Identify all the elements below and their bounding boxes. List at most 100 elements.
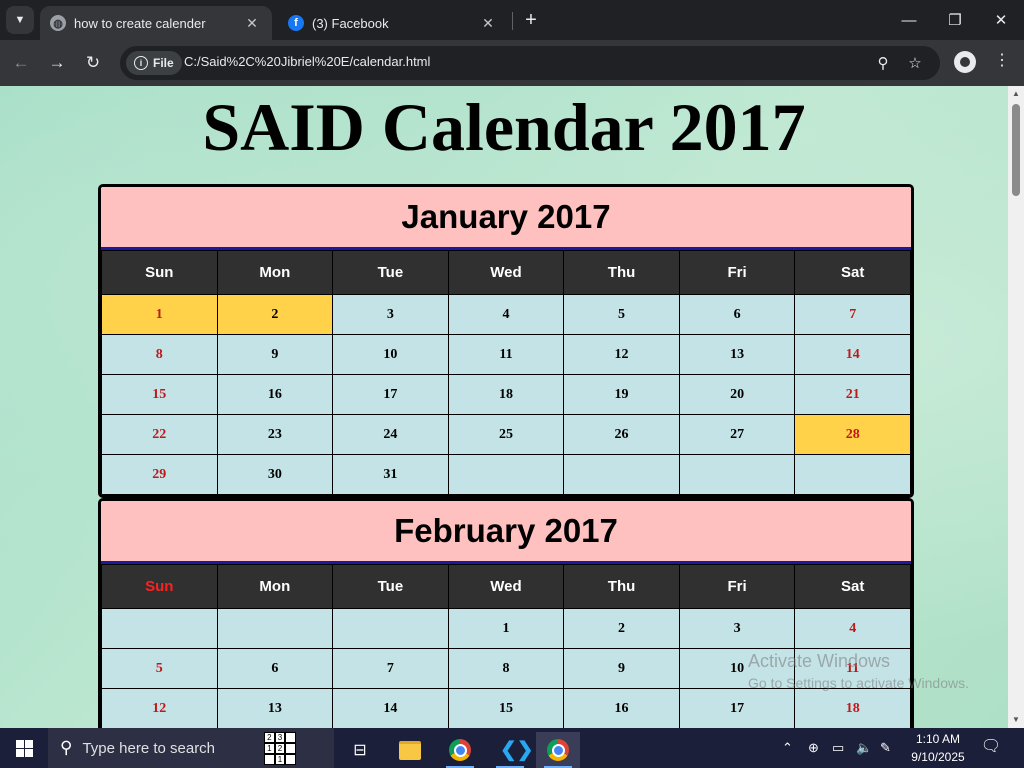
day-cell[interactable]: 27 bbox=[678, 414, 796, 455]
day-cell[interactable] bbox=[563, 454, 680, 495]
site-info-chip[interactable]: i File bbox=[126, 51, 182, 75]
day-cell[interactable]: 2 bbox=[563, 608, 680, 649]
scroll-down-arrow-icon[interactable]: ▼ bbox=[1008, 712, 1024, 728]
day-cell[interactable] bbox=[447, 454, 565, 495]
day-cell[interactable]: 14 bbox=[794, 334, 911, 375]
vscode-icon[interactable]: ❮❯ bbox=[488, 732, 534, 768]
day-cell[interactable]: 17 bbox=[678, 688, 796, 728]
day-cell[interactable]: 22 bbox=[101, 414, 218, 455]
day-cell[interactable]: 10 bbox=[332, 334, 449, 375]
weekday-header-row: Sun Mon Tue Wed Thu Fri Sat bbox=[101, 250, 911, 295]
profile-icon[interactable] bbox=[954, 51, 976, 73]
day-cell[interactable]: 24 bbox=[332, 414, 449, 455]
watermark-line2: Go to Settings to activate Windows. bbox=[748, 675, 969, 691]
day-cell[interactable] bbox=[678, 454, 796, 495]
scroll-thumb[interactable] bbox=[1012, 104, 1020, 196]
day-cell[interactable]: 29 bbox=[101, 454, 218, 495]
new-tab-button[interactable]: + bbox=[520, 8, 542, 32]
day-cell[interactable]: 4 bbox=[794, 608, 911, 649]
day-cell[interactable]: 13 bbox=[678, 334, 796, 375]
page-viewport: SAID Calendar 2017 January 2017 Sun Mon Tu… bbox=[0, 86, 1008, 728]
network-icon[interactable]: ▭ bbox=[832, 728, 844, 768]
pen-icon[interactable]: ✎ bbox=[880, 728, 891, 768]
day-cell[interactable] bbox=[794, 454, 911, 495]
day-cell[interactable]: 19 bbox=[563, 374, 680, 415]
day-cell[interactable]: 15 bbox=[101, 374, 218, 415]
day-cell[interactable]: 1 bbox=[447, 608, 565, 649]
day-cell[interactable]: 9 bbox=[563, 648, 680, 689]
day-cell[interactable]: 31 bbox=[332, 454, 449, 495]
windows-logo-icon bbox=[15, 739, 33, 757]
day-cell[interactable]: 8 bbox=[101, 334, 218, 375]
day-cell[interactable]: 20 bbox=[678, 374, 796, 415]
day-cell[interactable]: 7 bbox=[794, 294, 911, 335]
bookmark-star-icon[interactable]: ☆ bbox=[904, 52, 926, 74]
day-cell[interactable]: 5 bbox=[101, 648, 218, 689]
day-cell[interactable]: 25 bbox=[447, 414, 565, 455]
start-button[interactable] bbox=[0, 728, 48, 768]
minimize-button[interactable]: — bbox=[886, 0, 932, 40]
day-cell[interactable]: 1 bbox=[101, 294, 218, 335]
day-cell[interactable]: 6 bbox=[678, 294, 796, 335]
scroll-up-arrow-icon[interactable]: ▲ bbox=[1008, 86, 1024, 102]
day-cell[interactable]: 2 bbox=[216, 294, 334, 335]
tab-search-button[interactable]: ▼ bbox=[6, 6, 34, 34]
day-cell[interactable] bbox=[332, 608, 449, 649]
day-cell[interactable]: 3 bbox=[678, 608, 796, 649]
close-icon[interactable]: ✕ bbox=[478, 15, 498, 32]
volume-icon[interactable]: 🔈 bbox=[856, 728, 872, 768]
day-cell[interactable] bbox=[216, 608, 334, 649]
day-cell[interactable]: 30 bbox=[216, 454, 334, 495]
week-row: 29 30 31 bbox=[101, 454, 911, 495]
address-bar[interactable]: i File C:/Said%2C%20Jibriel%20E/calendar… bbox=[120, 46, 940, 80]
clock[interactable]: 1:10 AM 9/10/2025 bbox=[904, 730, 972, 766]
forward-button[interactable]: → bbox=[44, 50, 70, 76]
day-cell[interactable]: 6 bbox=[216, 648, 334, 689]
zoom-icon[interactable]: ⚲ bbox=[872, 52, 894, 74]
meet-now-icon[interactable]: ⊕ bbox=[808, 728, 819, 768]
day-cell[interactable]: 17 bbox=[332, 374, 449, 415]
weekday-header: Sat bbox=[794, 564, 911, 609]
reload-button[interactable]: ↻ bbox=[80, 50, 106, 76]
tray-chevron-icon[interactable]: ⌃ bbox=[782, 728, 793, 768]
day-cell[interactable]: 21 bbox=[794, 374, 911, 415]
close-icon[interactable]: ✕ bbox=[242, 15, 262, 32]
day-cell[interactable]: 12 bbox=[101, 688, 218, 728]
day-cell[interactable]: 7 bbox=[332, 648, 449, 689]
month-title: January 2017 bbox=[101, 187, 911, 250]
close-window-button[interactable]: ✕ bbox=[978, 0, 1024, 40]
restore-button[interactable]: ❐ bbox=[932, 0, 978, 40]
day-cell[interactable]: 14 bbox=[332, 688, 449, 728]
tab-active[interactable]: ◍ how to create calender ✕ bbox=[40, 6, 272, 40]
day-cell[interactable]: 26 bbox=[563, 414, 680, 455]
day-cell[interactable]: 18 bbox=[447, 374, 565, 415]
chrome-icon[interactable] bbox=[536, 732, 580, 768]
notification-icon[interactable]: 🗨 bbox=[980, 736, 1002, 758]
vertical-scrollbar[interactable]: ▲ ▼ bbox=[1008, 86, 1024, 728]
day-cell[interactable]: 16 bbox=[216, 374, 334, 415]
day-cell[interactable] bbox=[101, 608, 218, 649]
day-cell[interactable]: 11 bbox=[447, 334, 565, 375]
day-cell[interactable]: 15 bbox=[447, 688, 565, 728]
day-cell[interactable]: 4 bbox=[447, 294, 565, 335]
day-cell[interactable]: 13 bbox=[216, 688, 334, 728]
tab-strip: ▼ ◍ how to create calender ✕ f (3) Faceb… bbox=[0, 0, 1024, 40]
more-menu-icon[interactable]: ⋮ bbox=[992, 50, 1012, 74]
tab-facebook[interactable]: f (3) Facebook ✕ bbox=[278, 6, 508, 40]
day-cell[interactable]: 3 bbox=[332, 294, 449, 335]
day-cell[interactable]: 23 bbox=[216, 414, 334, 455]
day-cell[interactable]: 12 bbox=[563, 334, 680, 375]
day-cell[interactable]: 16 bbox=[563, 688, 680, 728]
day-cell[interactable]: 8 bbox=[447, 648, 565, 689]
day-cell[interactable]: 28 bbox=[794, 414, 911, 455]
file-explorer-icon[interactable] bbox=[388, 732, 432, 768]
taskbar: ⚲ Type here to search 23121 ⊟ ❮❯ ⌃ ⊕ ▭ 🔈… bbox=[0, 728, 1024, 768]
day-cell[interactable]: 9 bbox=[216, 334, 334, 375]
back-button[interactable]: ← bbox=[8, 50, 34, 76]
tab-divider bbox=[512, 12, 513, 30]
chrome-icon[interactable] bbox=[438, 732, 482, 768]
day-cell[interactable]: 5 bbox=[563, 294, 680, 335]
url-text[interactable]: C:/Said%2C%20Jibriel%20E/calendar.html bbox=[184, 54, 430, 69]
day-cell[interactable]: 18 bbox=[794, 688, 911, 728]
task-view-icon[interactable]: ⊟ bbox=[338, 732, 382, 768]
